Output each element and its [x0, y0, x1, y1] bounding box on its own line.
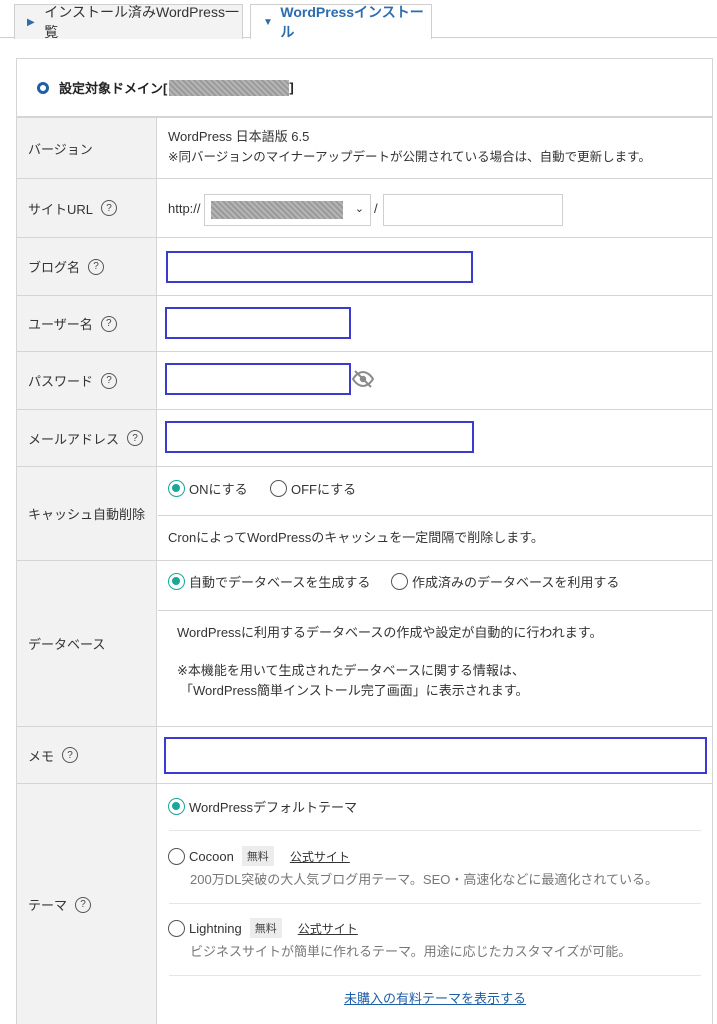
database-row: データベース 自動でデータベースを生成する 作成済みのデータベースを利用する W… [17, 560, 712, 726]
lightning-description: ビジネスサイトが簡単に作れるテーマ。用途に応じたカスタマイズが可能。 [190, 944, 632, 959]
site-url-label: サイトURL? [17, 179, 157, 237]
tab-installed-list[interactable]: ▶ インストール済みWordPress一覧 [14, 4, 243, 40]
email-input[interactable] [165, 421, 474, 453]
cocoon-description: 200万DL突破の大人気ブログ用テーマ。SEO・高速化などに最適化されている。 [190, 872, 658, 887]
tab-wordpress-install[interactable]: ▼ WordPressインストール [250, 4, 432, 40]
chevron-right-icon: ▶ [27, 16, 35, 28]
password-input[interactable] [165, 363, 351, 395]
site-path-input[interactable] [383, 194, 563, 226]
cache-on-radio[interactable]: ONにする [168, 479, 248, 498]
help-icon[interactable]: ? [75, 896, 92, 913]
theme-default-radio[interactable]: WordPressデフォルトテーマ [168, 797, 357, 816]
redacted-domain [169, 79, 290, 96]
database-description: WordPressに利用するデータベースの作成や設定が自動的に行われます。 [177, 625, 603, 640]
database-existing-radio[interactable]: 作成済みのデータベースを利用する [391, 572, 619, 591]
chevron-down-icon: ⌄ [354, 203, 364, 215]
radio-selected-icon [168, 480, 185, 497]
cache-row: キャッシュ自動削除 ONにする OFFにする CronによってWordPress… [17, 466, 712, 560]
radio-selected-icon [168, 573, 185, 590]
tab-bar: ▶ インストール済みWordPress一覧 ▼ WordPressインストール [0, 0, 717, 40]
memo-label: メモ? [17, 727, 157, 783]
user-name-row: ユーザー名? [17, 295, 712, 351]
domain-label: 設定対象ドメイン[ [59, 81, 168, 96]
show-paid-themes-link[interactable]: 未購入の有料テーマを表示する [344, 991, 526, 1006]
tab-installed-list-label: インストール済みWordPress一覧 [44, 4, 239, 40]
help-icon[interactable]: ? [127, 430, 144, 446]
version-label: バージョン [17, 118, 157, 178]
divider [169, 830, 701, 831]
help-icon[interactable]: ? [88, 258, 105, 275]
radio-unselected-icon [168, 847, 185, 865]
blog-name-label: ブログ名? [17, 238, 157, 295]
database-label: データベース [17, 561, 157, 726]
version-row: バージョン WordPress 日本語版 6.5 ※同バージョンのマイナーアップ… [17, 117, 712, 178]
free-badge: 無料 [249, 918, 282, 938]
email-row: メールアドレス? [17, 409, 712, 466]
cache-description: CronによってWordPressのキャッシュを一定間隔で削除します。 [168, 530, 544, 545]
chevron-down-icon: ▼ [263, 16, 273, 28]
theme-label: テーマ? [17, 784, 157, 1024]
radio-unselected-icon [168, 919, 185, 937]
url-slash: / [374, 201, 378, 216]
database-note-2: 「WordPress簡単インストール完了画面」に表示されます。 [180, 683, 529, 698]
site-url-row: サイトURL? http:// ⌄ / [17, 178, 712, 237]
divider [158, 515, 712, 516]
free-badge: 無料 [241, 846, 274, 866]
blog-name-row: ブログ名? [17, 237, 712, 295]
email-label: メールアドレス? [17, 410, 157, 466]
install-form-panel: 設定対象ドメイン[ ] バージョン WordPress 日本語版 6.5 ※同バ… [16, 58, 713, 1024]
domain-row: 設定対象ドメイン[ ] [17, 59, 712, 117]
radio-unselected-icon [391, 573, 408, 590]
divider [169, 903, 701, 904]
memo-input[interactable] [164, 737, 707, 774]
cache-label: キャッシュ自動削除 [17, 467, 157, 560]
theme-lightning-radio[interactable]: Lightning 無料 公式サイト [168, 918, 358, 938]
radio-unselected-icon [270, 480, 287, 497]
help-icon[interactable]: ? [101, 200, 118, 216]
radio-ring-icon [37, 81, 49, 94]
domain-select[interactable]: ⌄ [204, 194, 371, 226]
memo-row: メモ? [17, 726, 712, 783]
blog-name-input[interactable] [166, 251, 473, 283]
divider [158, 610, 712, 611]
help-icon[interactable]: ? [101, 372, 118, 389]
cocoon-official-site-link[interactable]: 公式サイト [290, 848, 350, 865]
help-icon[interactable]: ? [62, 747, 79, 763]
cache-off-radio[interactable]: OFFにする [270, 479, 356, 498]
redacted-domain-select-value [211, 201, 343, 219]
lightning-official-site-link[interactable]: 公式サイト [298, 920, 358, 937]
version-value: WordPress 日本語版 6.5 [168, 129, 310, 144]
version-note: ※同バージョンのマイナーアップデートが公開されている場合は、自動で更新します。 [168, 150, 651, 164]
database-note-1: ※本機能を用いて生成されたデータベースに関する情報は、 [177, 663, 525, 678]
url-prefix: http:// [168, 201, 201, 216]
divider [169, 975, 701, 976]
tab-wordpress-install-label: WordPressインストール [280, 4, 424, 40]
user-name-label: ユーザー名? [17, 296, 157, 351]
user-name-input[interactable] [165, 307, 351, 339]
eye-slash-icon[interactable] [351, 370, 375, 391]
radio-selected-icon [168, 798, 185, 815]
theme-cocoon-radio[interactable]: Cocoon 無料 公式サイト [168, 846, 350, 866]
theme-row: テーマ? WordPressデフォルトテーマ Cocoon 無料 公式サイト 2… [17, 783, 712, 1024]
help-icon[interactable]: ? [100, 315, 117, 332]
database-auto-radio[interactable]: 自動でデータベースを生成する [168, 572, 370, 591]
password-row: パスワード? [17, 351, 712, 409]
password-label: パスワード? [17, 352, 157, 409]
